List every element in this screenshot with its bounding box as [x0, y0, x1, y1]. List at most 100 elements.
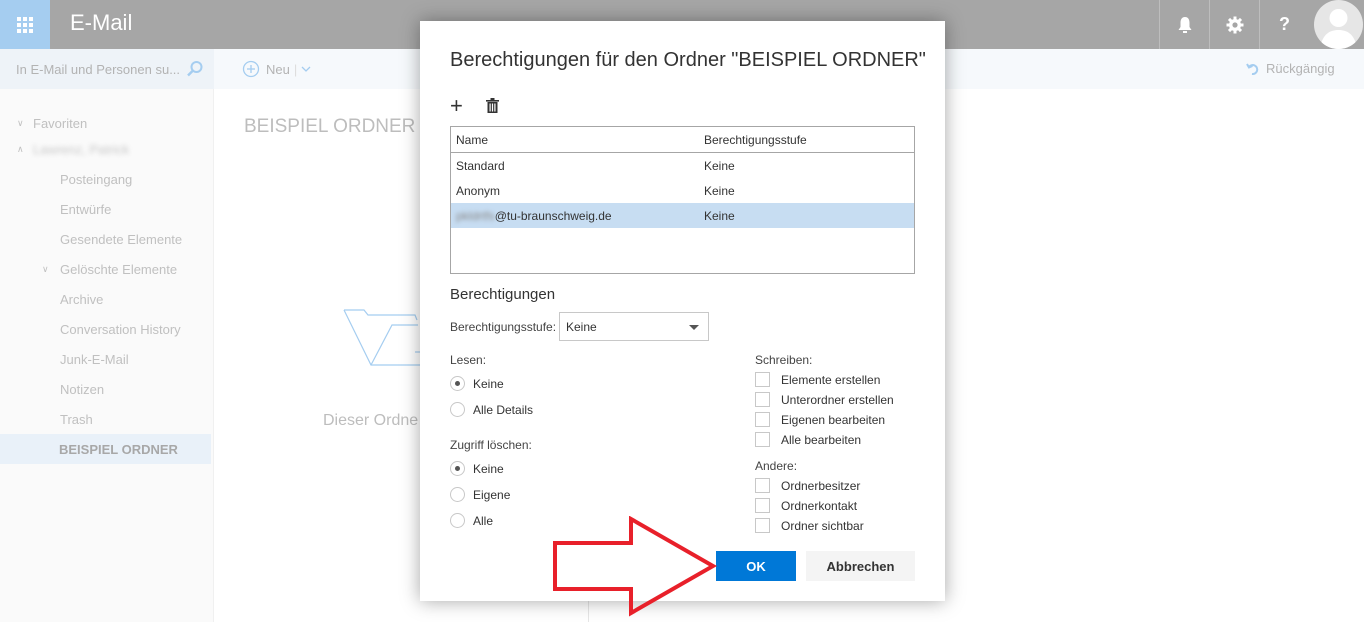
- chevron-up-icon: ∧: [17, 143, 24, 154]
- checkbox-label: Alle bearbeiten: [781, 432, 862, 447]
- account-name: Lawrenz, Patrick: [33, 141, 130, 157]
- cancel-button[interactable]: Abbrechen: [806, 551, 915, 581]
- write-option-create-subfolders[interactable]: Unterordner erstellen: [755, 392, 894, 407]
- outlook-web-app: E-Mail ? In E-Mail und Personen su... Ne…: [0, 0, 1364, 622]
- delete-option-own[interactable]: Eigene: [450, 487, 510, 502]
- table-row[interactable]: Anonym Keine: [451, 178, 914, 203]
- notifications-button[interactable]: [1159, 0, 1209, 49]
- permissions-section-title: Berechtigungen: [450, 286, 556, 303]
- radio-label: Keine: [473, 376, 504, 391]
- new-button[interactable]: Neu |: [242, 60, 311, 78]
- undo-label: Rückgängig: [1266, 61, 1335, 76]
- row-level: Keine: [704, 158, 735, 173]
- favorites-label: Favoriten: [33, 115, 88, 131]
- redacted-username: pkldrtfs: [456, 208, 495, 223]
- checkbox[interactable]: [755, 498, 770, 513]
- settings-button[interactable]: [1209, 0, 1259, 49]
- folder-title: BEISPIEL ORDNER: [244, 116, 416, 137]
- separator: |: [293, 61, 298, 77]
- checkbox-label: Eigenen bearbeiten: [781, 412, 886, 427]
- annotation-arrow-icon: [553, 516, 717, 617]
- add-permission-button[interactable]: +: [450, 95, 463, 117]
- checkbox-label: Ordnerkontakt: [781, 498, 858, 513]
- search-input[interactable]: In E-Mail und Personen su...: [16, 62, 180, 77]
- row-name: pkldrtfs@tu-braunschweig.de: [451, 209, 704, 223]
- permissions-table: Name Berechtigungsstufe Standard Keine A…: [450, 126, 915, 274]
- row-level: Keine: [704, 183, 735, 198]
- checkbox-label: Ordnerbesitzer: [781, 478, 861, 493]
- table-header: Name Berechtigungsstufe: [451, 127, 914, 153]
- radio-button[interactable]: [450, 487, 465, 502]
- write-option-edit-all[interactable]: Alle bearbeiten: [755, 432, 861, 447]
- delete-option-all[interactable]: Alle: [450, 513, 493, 528]
- row-level: Keine: [704, 208, 735, 223]
- checkbox[interactable]: [755, 392, 770, 407]
- radio-button[interactable]: [450, 402, 465, 417]
- app-launcher-icon: [17, 16, 33, 33]
- column-header-name[interactable]: Name: [451, 133, 704, 147]
- delete-permission-button[interactable]: [486, 98, 499, 118]
- folder-pane: ∨ Favoriten ∧ Lawrenz, Patrick Posteinga…: [0, 89, 214, 622]
- account-toggle[interactable]: ∧ Lawrenz, Patrick: [0, 134, 211, 164]
- sidebar-item-label: BEISPIEL ORDNER: [59, 441, 178, 457]
- sidebar-item-archive[interactable]: Archive: [0, 284, 211, 314]
- search-box[interactable]: In E-Mail und Personen su...: [0, 49, 214, 89]
- help-button[interactable]: ?: [1259, 0, 1309, 49]
- write-label: Schreiben:: [755, 353, 813, 367]
- table-row[interactable]: Standard Keine: [451, 153, 914, 178]
- column-header-level[interactable]: Berechtigungsstufe: [704, 133, 914, 147]
- sidebar-item-label: Junk-E-Mail: [60, 351, 129, 367]
- sidebar-item-label: Notizen: [60, 381, 105, 397]
- bell-icon: [1178, 16, 1191, 33]
- checkbox[interactable]: [755, 432, 770, 447]
- sidebar-item-junk-email[interactable]: Junk-E-Mail: [0, 344, 211, 374]
- chevron-down-icon[interactable]: [301, 65, 311, 73]
- permission-level-label: Berechtigungsstufe:: [450, 320, 557, 334]
- sidebar-item-conversation-history[interactable]: Conversation History: [0, 314, 211, 344]
- checkbox[interactable]: [755, 478, 770, 493]
- other-label: Andere:: [755, 459, 798, 473]
- permission-level-select[interactable]: Keine: [559, 312, 709, 341]
- sidebar-item-label: Trash: [60, 411, 93, 427]
- checkbox-label: Unterordner erstellen: [781, 392, 894, 407]
- permission-level-value: Keine: [566, 320, 597, 334]
- sidebar-item-entwuerfe[interactable]: Entwürfe: [0, 194, 211, 224]
- new-button-label: Neu: [266, 61, 290, 77]
- checkbox[interactable]: [755, 412, 770, 427]
- other-option-folder-owner[interactable]: Ordnerbesitzer: [755, 478, 860, 493]
- row-name: Anonym: [456, 183, 501, 198]
- dialog-title: Berechtigungen für den Ordner "BEISPIEL …: [450, 49, 926, 71]
- read-option-none[interactable]: Keine: [450, 376, 504, 391]
- radio-button-checked[interactable]: [450, 461, 465, 476]
- dropdown-caret-icon: [689, 325, 699, 330]
- write-option-create-items[interactable]: Elemente erstellen: [755, 372, 880, 387]
- row-name: Standard: [456, 158, 505, 173]
- radio-button[interactable]: [450, 513, 465, 528]
- radio-button-checked[interactable]: [450, 376, 465, 391]
- undo-button[interactable]: Rückgängig: [1246, 61, 1335, 76]
- sidebar-item-geloeschte-elemente[interactable]: ∨ Gelöschte Elemente: [0, 254, 211, 284]
- sidebar-item-label: Entwürfe: [60, 201, 112, 217]
- delete-option-none[interactable]: Keine: [450, 461, 504, 476]
- sidebar-item-notizen[interactable]: Notizen: [0, 374, 211, 404]
- search-icon[interactable]: [186, 60, 204, 78]
- sidebar-item-gesendete-elemente[interactable]: Gesendete Elemente: [0, 224, 211, 254]
- avatar[interactable]: [1314, 0, 1363, 49]
- table-row-selected[interactable]: pkldrtfs@tu-braunschweig.de Keine: [451, 203, 914, 228]
- radio-label: Alle Details: [473, 402, 534, 417]
- write-option-edit-own[interactable]: Eigenen bearbeiten: [755, 412, 885, 427]
- sidebar-item-beispiel-ordner[interactable]: BEISPIEL ORDNER: [0, 434, 211, 464]
- sidebar-item-trash[interactable]: Trash: [0, 404, 211, 434]
- plus-icon: +: [450, 93, 463, 118]
- help-icon: ?: [1279, 14, 1290, 34]
- sidebar-item-posteingang[interactable]: Posteingang: [0, 164, 211, 194]
- read-option-all-details[interactable]: Alle Details: [450, 402, 533, 417]
- ok-button[interactable]: OK: [716, 551, 796, 581]
- checkbox[interactable]: [755, 372, 770, 387]
- other-option-folder-contact[interactable]: Ordnerkontakt: [755, 498, 857, 513]
- chevron-down-icon[interactable]: ∨: [42, 264, 49, 275]
- checkbox[interactable]: [755, 518, 770, 533]
- sidebar-item-label: Gesendete Elemente: [60, 231, 183, 247]
- app-launcher-button[interactable]: [0, 0, 50, 49]
- other-option-folder-visible[interactable]: Ordner sichtbar: [755, 518, 864, 533]
